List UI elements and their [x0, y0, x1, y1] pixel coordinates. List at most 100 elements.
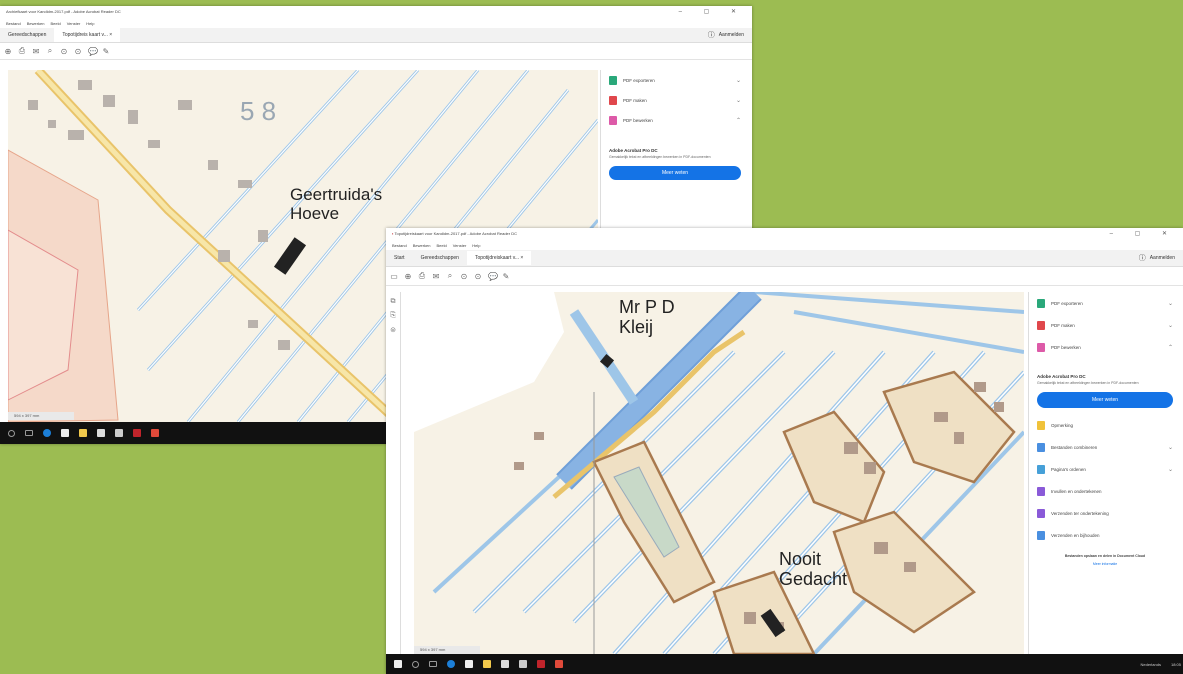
meer-weten-button[interactable]: Meer weten — [1037, 392, 1173, 408]
signin-link[interactable]: Aanmelden — [1150, 255, 1175, 261]
chevron-down-icon[interactable]: ⌄ — [1168, 322, 1173, 329]
tool-pdf-bewerken[interactable]: PDF bewerken ⌃ — [601, 110, 749, 130]
layers-icon[interactable]: ⊜ — [386, 326, 400, 334]
tab-document[interactable]: Topotijdreis kaart v... × — [54, 28, 121, 42]
search-icon[interactable]: ⌕ — [446, 271, 454, 281]
tool-label: Opmerking — [1051, 422, 1074, 428]
mail-icon[interactable] — [97, 429, 105, 437]
pen-icon[interactable]: ✎ — [102, 47, 110, 56]
tool-verzenden-bijhouden[interactable]: Verzenden en bijhouden — [1029, 524, 1181, 546]
office-icon[interactable] — [151, 429, 159, 437]
menu-bestand[interactable]: Bestand — [6, 21, 21, 26]
promo-title: Adobe Acrobat Pro DC — [609, 148, 658, 153]
search-icon[interactable] — [412, 660, 419, 668]
tool-verzenden-ondertekening[interactable]: Verzenden ter ondertekening — [1029, 502, 1181, 524]
label-mr-pd: Mr P D — [619, 297, 675, 317]
edge-icon[interactable] — [447, 660, 455, 668]
attachment-icon[interactable]: ⎘ — [386, 312, 400, 320]
tool-pdf-exporteren[interactable]: PDF exporteren ⌄ — [1029, 292, 1181, 314]
right-panel: PDF exporteren ⌄ PDF maken ⌄ PDF bewerke… — [1028, 292, 1181, 654]
mail-icon[interactable]: ✉ — [432, 272, 440, 281]
tool-bestanden-combineren[interactable]: Bestanden combineren ⌄ — [1029, 436, 1181, 458]
menu-bewerken[interactable]: Bewerken — [27, 21, 45, 26]
chevron-up-icon[interactable]: ⌃ — [736, 117, 741, 124]
pages-icon[interactable]: ⧉ — [386, 298, 400, 306]
chevron-up-icon[interactable]: ⌃ — [1168, 344, 1173, 351]
chevron-down-icon[interactable]: ⌄ — [1168, 466, 1173, 473]
chevron-down-icon[interactable]: ⌄ — [736, 77, 741, 84]
acrobat-icon[interactable] — [537, 660, 545, 668]
mail-icon[interactable] — [501, 660, 509, 668]
account-area[interactable]: ⓘ Aanmelden — [708, 28, 744, 42]
help-icon[interactable]: ⓘ — [708, 30, 715, 40]
task-view-icon[interactable] — [429, 661, 437, 667]
map-sheet-number: 5 8 — [240, 96, 276, 126]
upload-icon[interactable]: ⊕ — [404, 272, 412, 281]
menu-beeld[interactable]: Beeld — [436, 243, 446, 248]
menu-bewerken[interactable]: Bewerken — [413, 243, 431, 248]
acrobat-icon[interactable] — [133, 429, 141, 437]
meer-weten-button[interactable]: Meer weten — [609, 166, 741, 180]
tool-label: PDF bewerken — [1051, 344, 1081, 350]
tool-pdf-bewerken[interactable]: PDF bewerken ⌃ — [1029, 336, 1181, 358]
store-icon[interactable] — [465, 660, 473, 668]
save-icon[interactable]: ▭ — [390, 272, 398, 281]
menu-bestand[interactable]: Bestand — [392, 243, 407, 248]
store-icon[interactable] — [61, 429, 69, 437]
explorer-icon[interactable] — [79, 429, 87, 437]
menu-help[interactable]: Help — [86, 21, 94, 26]
chevron-down-icon[interactable]: ⌄ — [1168, 444, 1173, 451]
tray-language[interactable]: Nederlands — [1141, 662, 1161, 667]
search-icon[interactable] — [8, 429, 15, 437]
topo-map-front — [414, 292, 1024, 654]
signin-link[interactable]: Aanmelden — [719, 32, 744, 38]
label-nooit-gedacht: Nooit Gedacht — [779, 549, 848, 590]
office-icon[interactable] — [555, 660, 563, 668]
label-gedacht: Gedacht — [779, 568, 848, 589]
mail-icon[interactable]: ✉ — [32, 47, 40, 56]
page-up-icon[interactable]: ⊙ — [60, 47, 68, 56]
menu-beeld[interactable]: Beeld — [50, 21, 60, 26]
page-down-icon[interactable]: ⊙ — [74, 47, 82, 56]
account-area[interactable]: ⓘ Aanmelden — [1139, 250, 1175, 266]
edge-icon[interactable] — [43, 429, 51, 437]
tab-gereedschappen[interactable]: Gereedschappen — [413, 251, 467, 265]
tool-pdf-maken[interactable]: PDF maken ⌄ — [601, 90, 749, 110]
tab-document[interactable]: Topotijdreiskaart v... × — [466, 251, 532, 265]
task-view-icon[interactable] — [25, 430, 33, 436]
page-down-icon[interactable]: ⊙ — [474, 272, 482, 281]
menu-help[interactable]: Help — [472, 243, 480, 248]
pen-icon[interactable]: ✎ — [502, 272, 510, 281]
window-controls[interactable]: – ▢ ✕ — [1110, 230, 1177, 237]
print-icon[interactable]: ⎙ — [418, 271, 426, 281]
tab-gereedschappen[interactable]: Gereedschappen — [0, 28, 54, 42]
send-for-signature-icon — [1037, 508, 1045, 518]
tool-label: Verzenden ter ondertekening — [1051, 510, 1109, 516]
more-info-link[interactable]: Meer informatie — [1029, 560, 1181, 568]
windows-start-icon[interactable] — [394, 660, 402, 668]
help-icon[interactable]: ⓘ — [1139, 253, 1146, 263]
print-icon[interactable]: ⎙ — [18, 46, 26, 56]
comment-icon[interactable]: 💬 — [488, 272, 498, 281]
search-icon[interactable]: ⌕ — [46, 46, 54, 56]
chevron-down-icon[interactable]: ⌄ — [736, 97, 741, 104]
tool-invullen-ondertekenen[interactable]: Invullen en ondertekenen — [1029, 480, 1181, 502]
chevron-down-icon[interactable]: ⌄ — [1168, 300, 1173, 307]
tool-opmerking[interactable]: Opmerking — [1029, 414, 1181, 436]
explorer-icon[interactable] — [483, 660, 491, 668]
map-view[interactable]: Mr P D Kleij Nooit Gedacht — [414, 292, 1024, 654]
tool-paginas-ordenen[interactable]: Pagina's ordenen ⌄ — [1029, 458, 1181, 480]
tab-start[interactable]: Start — [386, 251, 413, 265]
calculator-icon[interactable] — [115, 429, 123, 437]
tray-clock[interactable]: 18:05 — [1171, 662, 1181, 667]
comment-icon[interactable]: 💬 — [88, 47, 98, 56]
tool-pdf-exporteren[interactable]: PDF exporteren ⌄ — [601, 70, 749, 90]
window-controls[interactable]: – ▢ ✕ — [679, 8, 746, 15]
menu-venster[interactable]: Venster — [453, 243, 467, 248]
menu-venster[interactable]: Venster — [67, 21, 81, 26]
page-up-icon[interactable]: ⊙ — [460, 272, 468, 281]
calculator-icon[interactable] — [519, 660, 527, 668]
promo-text: Gemakkelijk tekst en afbeeldingen bewerk… — [1037, 381, 1139, 385]
save-icon[interactable]: ⊕ — [4, 47, 12, 56]
tool-pdf-maken[interactable]: PDF maken ⌄ — [1029, 314, 1181, 336]
